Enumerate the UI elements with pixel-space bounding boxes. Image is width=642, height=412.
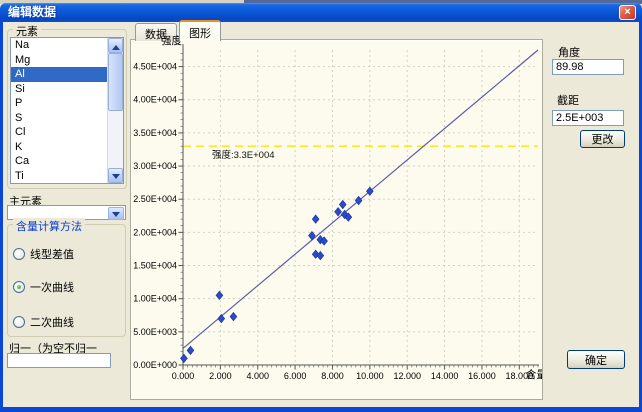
angle-label: 角度: [558, 44, 580, 60]
x-tick-label: 12.000: [393, 371, 421, 381]
x-tick-label: 8.000: [321, 371, 344, 381]
close-icon[interactable]: ×: [619, 5, 636, 20]
y-tick-label: 3.00E+004: [133, 161, 177, 171]
normalize-input[interactable]: [7, 353, 111, 368]
angle-field[interactable]: [552, 59, 624, 75]
radio-label: 一次曲线: [30, 279, 74, 295]
y-tick-label: 4.00E+004: [133, 95, 177, 105]
ok-button[interactable]: 确定: [567, 350, 625, 369]
radio-label: 线型差值: [30, 246, 74, 262]
method-option-2[interactable]: 二次曲线: [13, 314, 74, 330]
data-point[interactable]: [181, 354, 188, 362]
radio-icon[interactable]: [13, 281, 25, 293]
y-tick-label: 1.50E+004: [133, 261, 177, 271]
list-scrollbar[interactable]: [107, 38, 123, 183]
y-tick-label: 4.50E+004: [133, 62, 177, 72]
radio-icon[interactable]: [13, 316, 25, 328]
scroll-up-icon[interactable]: [108, 38, 123, 53]
radio-label: 二次曲线: [30, 314, 74, 330]
element-listbox[interactable]: NaMgAlSiPSClKCaTi: [10, 37, 124, 184]
data-point[interactable]: [339, 200, 346, 208]
radio-icon[interactable]: [13, 248, 25, 260]
window-title: 编辑数据: [0, 3, 56, 22]
method-group-label: 含量计算方法: [13, 218, 85, 234]
y-tick-label: 1.00E+004: [133, 294, 177, 304]
window-border-left: [0, 18, 3, 412]
data-point[interactable]: [216, 291, 223, 299]
y-tick-label: 2.50E+004: [133, 194, 177, 204]
x-tick-label: 2.000: [209, 371, 232, 381]
method-option-1[interactable]: 一次曲线: [13, 279, 74, 295]
intercept-label: 截距: [557, 92, 579, 108]
x-tick-label: 10.000: [356, 371, 384, 381]
y-tick-label: 5.00E+003: [133, 327, 177, 337]
change-button[interactable]: 更改: [580, 130, 625, 148]
x-tick-label: 14.000: [431, 371, 459, 381]
method-option-0[interactable]: 线型差值: [13, 246, 74, 262]
tab-graph[interactable]: 图形: [179, 20, 221, 41]
window-border-bottom: [0, 407, 642, 412]
data-point[interactable]: [335, 208, 342, 216]
data-point[interactable]: [312, 215, 319, 223]
scrollbar-thumb[interactable]: [108, 53, 123, 111]
data-point[interactable]: [187, 346, 194, 354]
y-tick-label: 0.00E+000: [133, 360, 177, 370]
y-tick-label: 3.50E+004: [133, 128, 177, 138]
chevron-down-icon[interactable]: [108, 207, 124, 220]
x-tick-label: 6.000: [284, 371, 307, 381]
edit-data-dialog: 编辑数据 × 元素 NaMgAlSiPSClKCaTi 主元素 含量计算方法 线…: [0, 0, 642, 412]
scroll-down-icon[interactable]: [108, 168, 123, 183]
data-point[interactable]: [230, 312, 237, 320]
crosshair-label: 强度:3.3E+004: [212, 149, 275, 161]
y-tick-label: 2.00E+004: [133, 227, 177, 237]
data-point[interactable]: [218, 314, 225, 322]
data-point[interactable]: [366, 187, 373, 195]
x-axis-title: 含量: [526, 368, 542, 381]
x-tick-label: 4.000: [246, 371, 269, 381]
x-tick-label: 0.000: [172, 371, 195, 381]
x-tick-label: 16.000: [468, 371, 496, 381]
intercept-field[interactable]: [552, 110, 624, 126]
titlebar[interactable]: 编辑数据 ×: [0, 3, 642, 22]
calibration-chart: 0.000 2.000 4.000 6.000 8.000 10.000 12.000 14.…: [131, 34, 542, 402]
